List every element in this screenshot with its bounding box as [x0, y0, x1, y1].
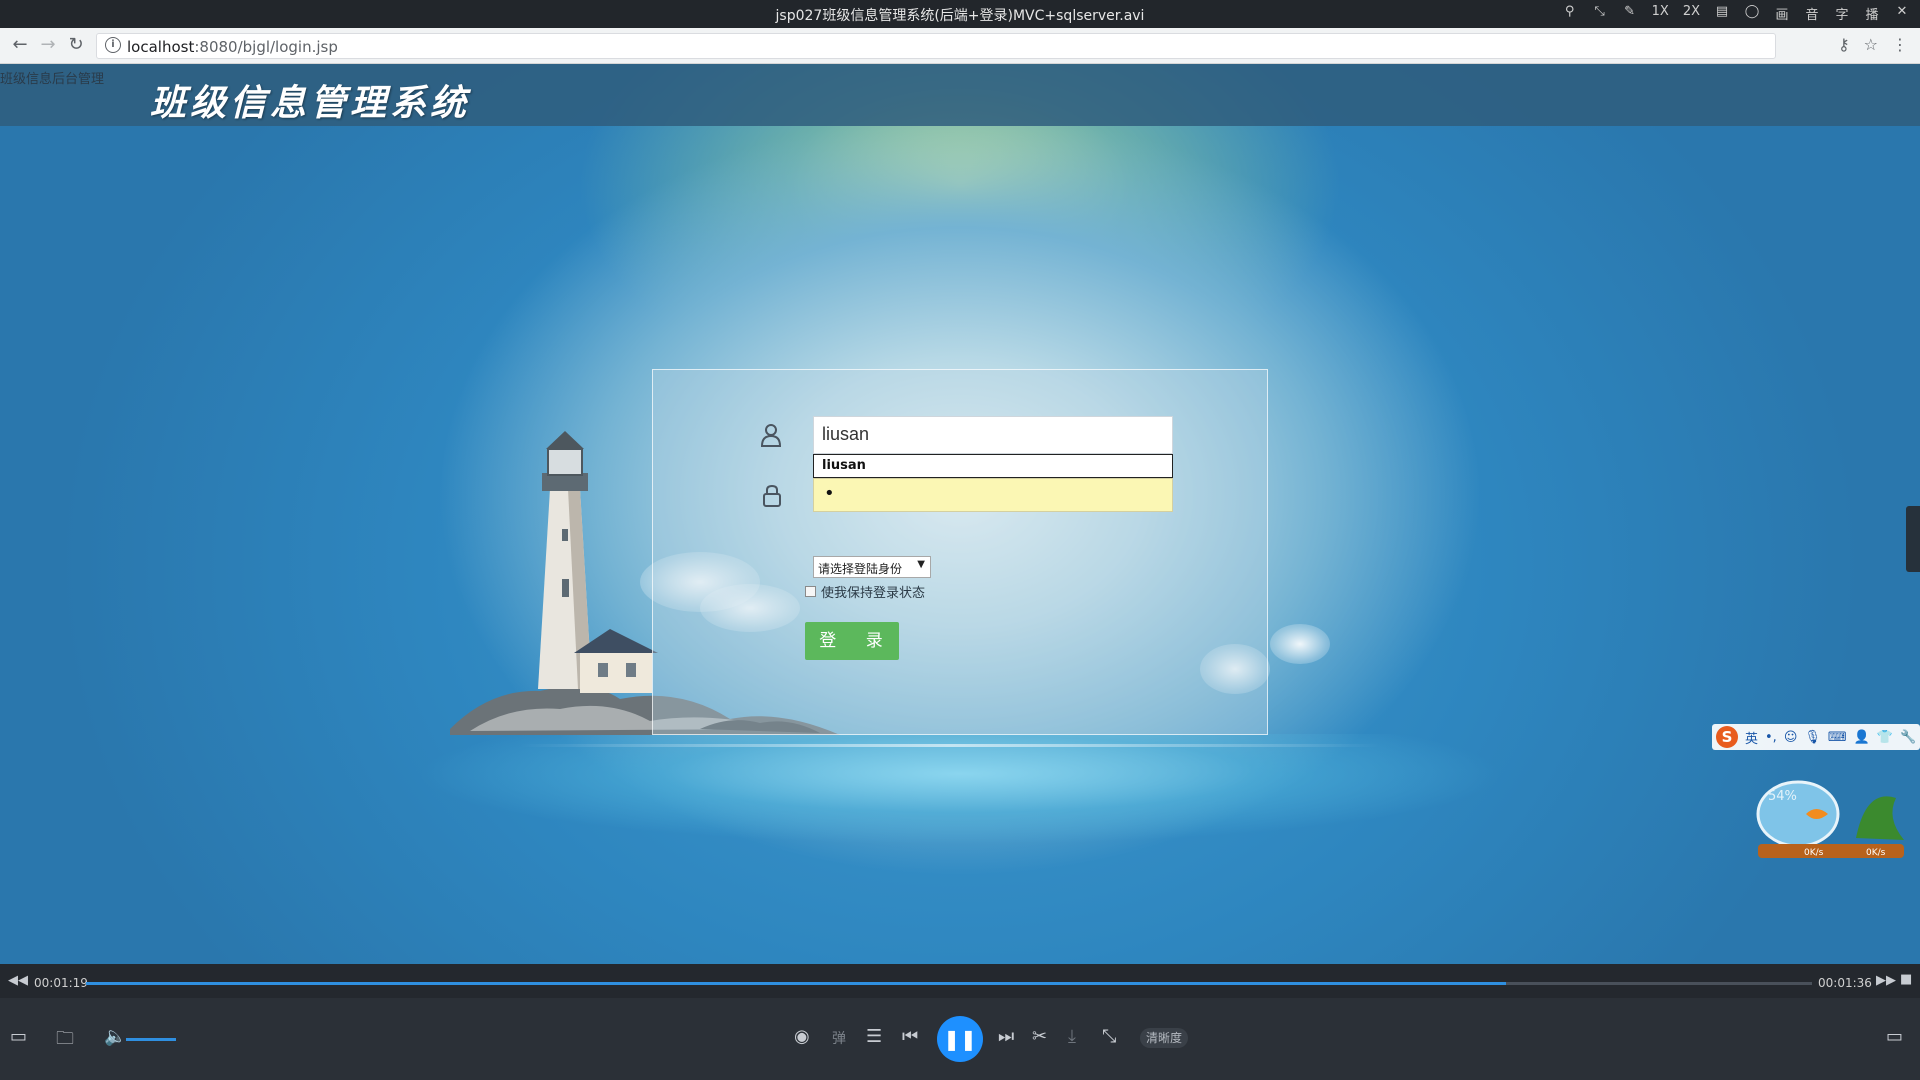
window-icon[interactable]: ▤ — [1714, 4, 1730, 23]
lock-icon — [761, 484, 783, 514]
seek-bar[interactable] — [86, 982, 1812, 985]
player-title-bar: jsp027班级信息管理系统(后端+登录)MVC+sqlserver.avi ⚲… — [0, 0, 1920, 28]
net-percent: 54% — [1768, 789, 1797, 804]
quality-button[interactable]: 清晰度 — [1140, 1028, 1188, 1048]
username-input[interactable]: liusan — [813, 416, 1173, 454]
reload-icon[interactable]: ↻ — [66, 35, 86, 55]
page-header: 班级信息后台管理 班级信息管理系统 — [0, 64, 1920, 126]
key-icon[interactable]: ⚷ — [1838, 35, 1850, 54]
subtitle-button[interactable]: 字 — [1834, 4, 1850, 23]
star-icon[interactable]: ☆ — [1864, 35, 1878, 54]
fast-forward-icon[interactable]: ▶▶ — [1876, 973, 1896, 988]
player-controls: ◀◀ 00:01:19 00:01:36 ▶▶ ■ ▭ 🗀 🔈 ◉ 弹 ☰ ⏮ … — [0, 964, 1920, 1080]
net-down-speed: 0K/s — [1866, 848, 1886, 858]
audio-button[interactable]: 音 — [1804, 4, 1820, 23]
browser-right-icons: ⚷ ☆ ⋮ — [1838, 35, 1908, 54]
microphone-icon[interactable]: 🎙 — [1804, 730, 1821, 745]
stop-icon[interactable]: ■ — [1900, 972, 1912, 987]
speed-2x-button[interactable]: 2X — [1683, 4, 1700, 23]
back-icon[interactable]: ← — [10, 35, 30, 55]
picture-button[interactable]: 画 — [1774, 4, 1790, 23]
ime-language-button[interactable]: 英 — [1745, 728, 1758, 747]
player-toolbar: ⚲ ⤡ ✎ 1X 2X ▤ ◯ 画 音 字 播 ✕ — [1562, 4, 1910, 23]
player-button-row: ▭ 🗀 🔈 ◉ 弹 ☰ ⏮ ❚❚ ⏭ ✂ ⤓ ⤡ 清晰度 ▭ — [0, 998, 1920, 1080]
menu-icon[interactable]: ⋮ — [1892, 35, 1908, 54]
danmaku-button[interactable]: 弹 — [832, 1028, 846, 1048]
open-folder-icon[interactable]: 🗀 — [56, 1026, 74, 1056]
shrink-window-icon[interactable]: ⤡ — [1102, 1026, 1116, 1047]
remember-label: 使我保持登录状态 — [821, 586, 926, 601]
seek-area: ◀◀ 00:01:19 00:01:36 ▶▶ ■ — [0, 964, 1920, 998]
login-button[interactable]: 登 录 — [805, 622, 899, 660]
playback-button[interactable]: 播 — [1864, 4, 1880, 23]
playlist-icon[interactable]: ▭ — [10, 1026, 27, 1047]
info-icon[interactable]: i — [105, 37, 121, 53]
network-speed-widget: 54% 0K/s 0K/s — [1756, 780, 1904, 858]
bulb-icon[interactable]: ◯ — [1744, 4, 1760, 23]
punctuation-icon[interactable]: •, — [1765, 730, 1777, 745]
fullscreen-icon[interactable]: ▭ — [1886, 1026, 1903, 1047]
current-time: 00:01:19 — [34, 976, 88, 990]
tools-icon[interactable]: 🔧 — [1900, 730, 1916, 745]
close-icon[interactable]: ✕ — [1894, 4, 1910, 23]
scissors-icon[interactable]: ✂ — [1032, 1026, 1047, 1047]
edit-icon[interactable]: ✎ — [1622, 4, 1638, 23]
sogou-logo-icon[interactable]: S — [1716, 726, 1738, 748]
url-host: localhost — [127, 38, 195, 56]
browser-toolbar: ← → ↻ i localhost:8080/bjgl/login.jsp ⚷ … — [0, 28, 1920, 64]
autocomplete-suggestion[interactable]: liusan — [813, 454, 1173, 478]
volume-icon[interactable]: 🔈 — [104, 1026, 126, 1047]
net-up-speed: 0K/s — [1804, 848, 1824, 858]
dropdown-arrow-icon: ▼ — [917, 559, 925, 570]
remember-checkbox[interactable] — [805, 586, 816, 597]
role-select[interactable]: 请选择登陆身份 ▼ — [813, 556, 931, 578]
page-small-label: 班级信息后台管理 — [0, 72, 105, 87]
download-icon[interactable]: ⤓ — [1068, 1026, 1076, 1047]
url-text[interactable]: localhost:8080/bjgl/login.jsp — [127, 38, 338, 56]
emoji-icon[interactable]: ☺ — [1784, 730, 1798, 745]
keyboard-icon[interactable]: ⌨ — [1828, 730, 1847, 745]
forward-icon[interactable]: → — [38, 35, 58, 55]
total-time: 00:01:36 — [1818, 976, 1872, 990]
login-panel: liusan liusan • 请选择登陆身份 ▼ 使我保持登录状态 登 录 — [652, 369, 1268, 735]
pin-icon[interactable]: ⚲ — [1562, 4, 1578, 23]
equalizer-icon[interactable]: ☰ — [866, 1026, 882, 1047]
next-icon[interactable]: ⏭ — [998, 1026, 1014, 1047]
login-page: 班级信息后台管理 班级信息管理系统 liusan liusan • 请选择登陆身… — [0, 64, 1920, 964]
volume-slider-fill — [126, 1038, 176, 1041]
pause-button[interactable]: ❚❚ — [937, 1016, 983, 1062]
cloud — [1270, 624, 1330, 664]
url-path: :8080/bjgl/login.jsp — [194, 38, 338, 56]
previous-icon[interactable]: ⏮ — [902, 1026, 918, 1047]
side-panel-tab[interactable] — [1906, 506, 1920, 572]
address-bar[interactable]: i localhost:8080/bjgl/login.jsp — [96, 33, 1776, 59]
speed-1x-button[interactable]: 1X — [1652, 4, 1669, 23]
system-logo: 班级信息管理系统 — [150, 82, 471, 124]
seek-bar-fill — [86, 982, 1507, 985]
user-center-icon[interactable]: 👤 — [1854, 730, 1870, 745]
remember-me[interactable]: 使我保持登录状态 — [805, 582, 925, 601]
rewind-icon[interactable]: ◀◀ — [8, 973, 28, 988]
shrink-icon[interactable]: ⤡ — [1592, 4, 1608, 23]
user-icon — [759, 422, 783, 454]
volume-slider[interactable] — [126, 1038, 176, 1041]
skin-icon[interactable]: 👕 — [1877, 730, 1893, 745]
password-input[interactable]: • — [813, 478, 1173, 512]
ime-toolbar: S 英 •, ☺ 🎙 ⌨ 👤 👕 🔧 — [1712, 724, 1920, 750]
eye-icon[interactable]: ◉ — [794, 1026, 810, 1047]
role-select-value: 请选择登陆身份 — [818, 562, 903, 576]
